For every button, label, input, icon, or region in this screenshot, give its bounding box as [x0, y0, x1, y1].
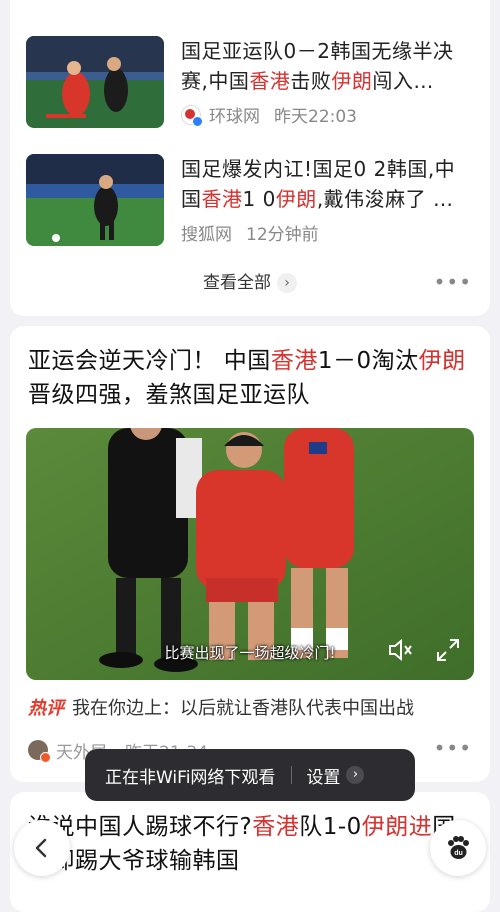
- article-title[interactable]: 谁说中国人踢球不行?香港队1-0伊朗进国足却踢大爷球输韩国: [28, 810, 473, 878]
- toast-message: 正在非WiFi网络下观看: [105, 767, 276, 788]
- video-article-card: 亚运会逆天冷门！ 中国香港1－0淘汰伊朗晋级四强，羞煞国足亚运队 比赛出现了一场…: [10, 326, 490, 782]
- source-logo-icon: [181, 104, 203, 127]
- news-item[interactable]: 国足爆发内讧!国足0 2韩国,中国香港1 0伊朗,戴伟浚麻了 … 搜狐网 12分…: [26, 154, 474, 254]
- back-button[interactable]: [14, 820, 70, 876]
- chevron-right-icon: ›: [346, 766, 365, 784]
- hot-comment-text: 我在你边上：以后就让香港队代表中国出战: [72, 698, 414, 719]
- more-options-icon[interactable]: •••: [434, 270, 472, 294]
- network-toast: 正在非WiFi网络下观看 设置 ›: [85, 749, 415, 801]
- news-aggregate-card: 国足亚运队0－2韩国无缘半决赛,中国香港击败伊朗闯入… 环球网 昨天22:03: [10, 0, 490, 316]
- svg-text:du: du: [454, 850, 463, 857]
- article-title[interactable]: 亚运会逆天冷门！ 中国香港1－0淘汰伊朗晋级四强，羞煞国足亚运队: [28, 344, 473, 412]
- chevron-right-icon: ›: [277, 273, 297, 293]
- mute-icon[interactable]: [386, 636, 414, 664]
- news-article-card: 谁说中国人踢球不行?香港队1-0伊朗进国足却踢大爷球输韩国: [10, 792, 490, 912]
- news-title[interactable]: 国足亚运队0－2韩国无缘半决赛,中国香港击败伊朗闯入…: [181, 36, 471, 96]
- hot-comment[interactable]: 热评 我在你边上：以后就让香港队代表中国出战: [28, 694, 478, 720]
- news-meta: 搜狐网 12分钟前: [181, 220, 319, 245]
- news-item[interactable]: 国足亚运队0－2韩国无缘半决赛,中国香港击败伊朗闯入… 环球网 昨天22:03: [26, 36, 474, 136]
- toast-settings-button[interactable]: 设置 ›: [306, 763, 365, 788]
- avatar[interactable]: [28, 740, 51, 763]
- news-thumbnail[interactable]: [26, 36, 164, 128]
- news-source: 环球网: [209, 107, 260, 127]
- news-thumbnail[interactable]: [26, 154, 164, 246]
- paw-du-icon: du: [448, 836, 469, 859]
- back-icon: [35, 838, 47, 858]
- view-all-button[interactable]: 查看全部 ›: [10, 268, 490, 293]
- toast-divider: [291, 766, 293, 784]
- fullscreen-icon[interactable]: [434, 636, 462, 664]
- news-meta: 环球网 昨天22:03: [181, 102, 357, 127]
- news-source: 搜狐网: [181, 225, 232, 245]
- hot-comment-badge: 热评: [28, 698, 64, 719]
- more-options-icon[interactable]: •••: [434, 736, 472, 760]
- video-player[interactable]: 比赛出现了一场超级冷门!: [26, 428, 474, 680]
- news-title[interactable]: 国足爆发内讧!国足0 2韩国,中国香港1 0伊朗,戴伟浚麻了 …: [181, 154, 471, 214]
- news-time: 昨天22:03: [274, 107, 357, 127]
- news-time: 12分钟前: [246, 225, 319, 245]
- baidu-home-button[interactable]: du: [430, 820, 486, 876]
